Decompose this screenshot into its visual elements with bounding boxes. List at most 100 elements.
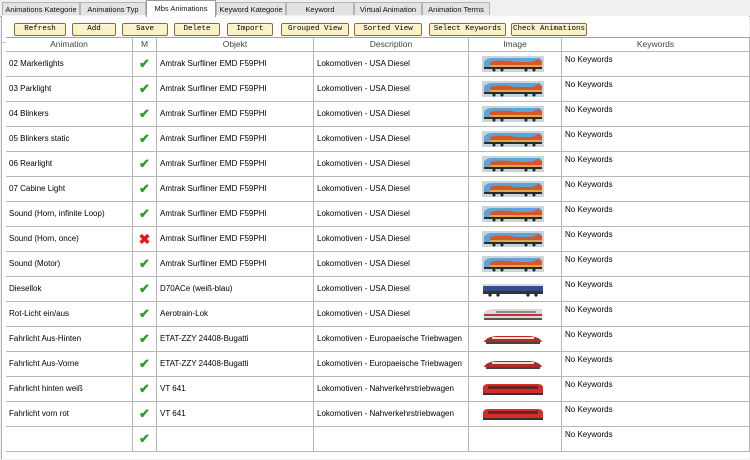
description-cell[interactable]: Lokomotiven - Nahverkehrstriebwagen: [314, 402, 469, 426]
table-row[interactable]: 04 Blinkers ✔ Amtrak Surfliner EMD F59PHI L…: [6, 102, 750, 127]
select-keywords-button[interactable]: Select Keywords: [429, 23, 506, 36]
objekt-cell[interactable]: Aerotrain-Lok: [157, 302, 314, 326]
objekt-cell[interactable]: Amtrak Surfliner EMD F59PHI: [157, 152, 314, 176]
tab-animations-typ[interactable]: Animations Typ: [80, 2, 146, 15]
table-row[interactable]: Sound (Horn, infinite Loop) ✔ Amtrak Surfl…: [6, 202, 750, 227]
objekt-cell[interactable]: ETAT-ZZY 24408-Bugatti: [157, 352, 314, 376]
table-row[interactable]: 02 Markerlights ✔ Amtrak Surfliner EMD F59…: [6, 52, 750, 77]
objekt-cell[interactable]: Amtrak Surfliner EMD F59PHI: [157, 252, 314, 276]
objekt-cell[interactable]: [157, 427, 314, 451]
objekt-cell[interactable]: VT 641: [157, 402, 314, 426]
animation-cell[interactable]: 02 Markerlights: [6, 52, 133, 76]
header-objekt[interactable]: Objekt: [157, 38, 314, 52]
objekt-cell[interactable]: Amtrak Surfliner EMD F59PHI: [157, 127, 314, 151]
tab-keyword[interactable]: Keyword: [286, 2, 354, 15]
objekt-cell[interactable]: Amtrak Surfliner EMD F59PHI: [157, 77, 314, 101]
animation-cell[interactable]: Rot-Licht ein/aus: [6, 302, 133, 326]
keywords-cell[interactable]: No Keywords: [562, 52, 750, 76]
check-icon[interactable]: ✔: [133, 252, 157, 276]
description-cell[interactable]: Lokomotiven - USA Diesel: [314, 302, 469, 326]
table-row[interactable]: Rot-Licht ein/aus ✔ Aerotrain-Lok Lokomotiv…: [6, 302, 750, 327]
description-cell[interactable]: [314, 427, 469, 451]
description-cell[interactable]: Lokomotiven - USA Diesel: [314, 52, 469, 76]
tab-animation-terms[interactable]: Animation Terms: [422, 2, 490, 15]
keywords-cell[interactable]: No Keywords: [562, 327, 750, 351]
objekt-cell[interactable]: Amtrak Surfliner EMD F59PHI: [157, 227, 314, 251]
table-row[interactable]: Fahrlicht vorn rot ✔ VT 641 Lokomotiven - N…: [6, 402, 750, 427]
table-row[interactable]: Sound (Motor) ✔ Amtrak Surfliner EMD F59PH…: [6, 252, 750, 277]
table-row[interactable]: Fahrlicht Aus-Vorne ✔ ETAT-ZZY 24408-Bugat…: [6, 352, 750, 377]
delete-button[interactable]: Delete: [174, 23, 220, 36]
keywords-cell[interactable]: No Keywords: [562, 177, 750, 201]
objekt-cell[interactable]: D70ACe (weiß-blau): [157, 277, 314, 301]
animation-cell[interactable]: 05 Blinkers static: [6, 127, 133, 151]
import-button[interactable]: Import: [227, 23, 273, 36]
check-icon[interactable]: ✔: [133, 352, 157, 376]
table-row[interactable]: Diesellok ✔ D70ACe (weiß-blau) Lokomotiven …: [6, 277, 750, 302]
animation-cell[interactable]: 07 Cabine Light: [6, 177, 133, 201]
header-image[interactable]: Image: [469, 38, 562, 52]
animation-cell[interactable]: Sound (Horn, infinite Loop): [6, 202, 133, 226]
animation-cell[interactable]: Fahrlicht hinten weiß: [6, 377, 133, 401]
description-cell[interactable]: Lokomotiven - Europaeische Triebwagen: [314, 327, 469, 351]
description-cell[interactable]: Lokomotiven - Europaeische Triebwagen: [314, 352, 469, 376]
header-keywords[interactable]: Keywords: [562, 38, 750, 52]
description-cell[interactable]: Lokomotiven - USA Diesel: [314, 127, 469, 151]
check-icon[interactable]: ✔: [133, 302, 157, 326]
check-icon[interactable]: ✔: [133, 177, 157, 201]
animation-cell[interactable]: 04 Blinkers: [6, 102, 133, 126]
description-cell[interactable]: Lokomotiven - USA Diesel: [314, 77, 469, 101]
table-row[interactable]: Fahrlicht Aus-Hinten ✔ ETAT-ZZY 24408-Buga…: [6, 327, 750, 352]
objekt-cell[interactable]: ETAT-ZZY 24408-Bugatti: [157, 327, 314, 351]
check-icon[interactable]: ✔: [133, 277, 157, 301]
grouped-view-button[interactable]: Grouped View: [281, 23, 349, 36]
description-cell[interactable]: Lokomotiven - USA Diesel: [314, 152, 469, 176]
cross-icon[interactable]: ✖: [133, 227, 157, 251]
header-description[interactable]: Description: [314, 38, 469, 52]
check-icon[interactable]: ✔: [133, 327, 157, 351]
sorted-view-button[interactable]: Sorted View: [354, 23, 422, 36]
check-animations-button[interactable]: Check Animations: [511, 23, 587, 36]
animation-cell[interactable]: 06 Rearlight: [6, 152, 133, 176]
keywords-cell[interactable]: No Keywords: [562, 302, 750, 326]
description-cell[interactable]: Lokomotiven - USA Diesel: [314, 252, 469, 276]
keywords-cell[interactable]: No Keywords: [562, 402, 750, 426]
table-row[interactable]: 05 Blinkers static ✔ Amtrak Surfliner EMD …: [6, 127, 750, 152]
keywords-cell[interactable]: No Keywords: [562, 127, 750, 151]
check-icon[interactable]: ✔: [133, 52, 157, 76]
description-cell[interactable]: Lokomotiven - Nahverkehrstriebwagen: [314, 377, 469, 401]
animation-cell[interactable]: Sound (Motor): [6, 252, 133, 276]
check-icon[interactable]: ✔: [133, 152, 157, 176]
objekt-cell[interactable]: Amtrak Surfliner EMD F59PHI: [157, 52, 314, 76]
description-cell[interactable]: Lokomotiven - USA Diesel: [314, 102, 469, 126]
check-icon[interactable]: ✔: [133, 102, 157, 126]
objekt-cell[interactable]: Amtrak Surfliner EMD F59PHI: [157, 177, 314, 201]
keywords-cell[interactable]: No Keywords: [562, 202, 750, 226]
table-row[interactable]: Sound (Horn, once) ✖ Amtrak Surfliner EMD …: [6, 227, 750, 252]
keywords-cell[interactable]: No Keywords: [562, 252, 750, 276]
animations-grid[interactable]: Animation M Objekt Description Image Key…: [6, 37, 750, 460]
description-cell[interactable]: Lokomotiven - USA Diesel: [314, 277, 469, 301]
tab-keyword-kategorie[interactable]: Keyword Kategorie: [216, 2, 286, 15]
tab-mbs-animations[interactable]: Mbs Animations: [146, 0, 216, 17]
animation-cell[interactable]: Sound (Horn, once): [6, 227, 133, 251]
animation-cell[interactable]: Diesellok: [6, 277, 133, 301]
description-cell[interactable]: Lokomotiven - USA Diesel: [314, 202, 469, 226]
add-button[interactable]: Add: [72, 23, 116, 36]
check-icon[interactable]: ✔: [133, 202, 157, 226]
animation-cell[interactable]: Fahrlicht Aus-Vorne: [6, 352, 133, 376]
keywords-cell[interactable]: No Keywords: [562, 152, 750, 176]
table-row[interactable]: 06 Rearlight ✔ Amtrak Surfliner EMD F59PHI…: [6, 152, 750, 177]
table-row[interactable]: Fahrlicht hinten weiß ✔ VT 641 Lokomotiven …: [6, 377, 750, 402]
keywords-cell[interactable]: No Keywords: [562, 352, 750, 376]
objekt-cell[interactable]: VT 641: [157, 377, 314, 401]
description-cell[interactable]: Lokomotiven - USA Diesel: [314, 227, 469, 251]
table-row[interactable]: ✔ No Keywords: [6, 427, 750, 452]
keywords-cell[interactable]: No Keywords: [562, 427, 750, 451]
header-m[interactable]: M: [133, 38, 157, 52]
header-animation[interactable]: Animation: [6, 38, 133, 52]
objekt-cell[interactable]: Amtrak Surfliner EMD F59PHI: [157, 102, 314, 126]
animation-cell[interactable]: Fahrlicht Aus-Hinten: [6, 327, 133, 351]
keywords-cell[interactable]: No Keywords: [562, 77, 750, 101]
animation-cell[interactable]: [6, 427, 133, 451]
